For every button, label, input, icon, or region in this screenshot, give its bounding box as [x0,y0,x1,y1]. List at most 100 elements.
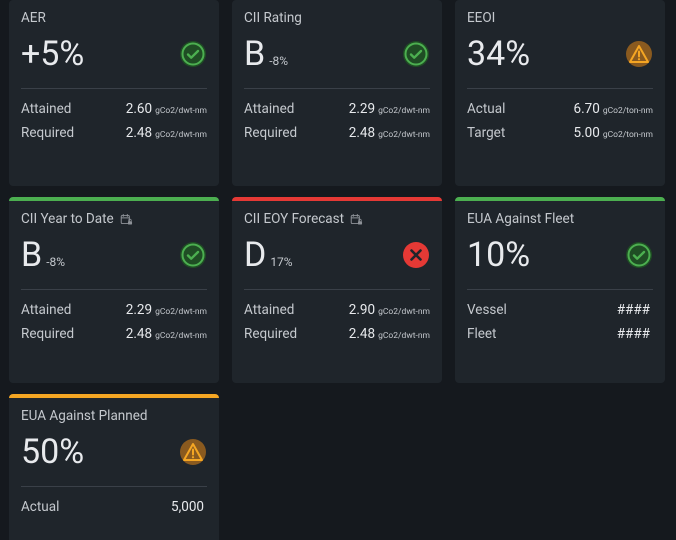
card-cii-rating[interactable]: CII Rating B -8% Attained 2.29 gCo2/dwt-… [232,0,442,186]
kv-label: Attained [21,101,71,117]
kv-value: 5,000 [171,499,207,515]
title-text: EEOI [467,10,495,26]
kv-row: Actual 5,000 [21,495,207,519]
calendar-lock-icon [120,213,133,226]
kv-value: 5.00 gCo2/ton-nm [573,125,653,141]
check-icon [402,40,430,68]
accent-bar [9,197,219,201]
kv-value: 2.29 gCo2/dwt-nm [349,101,430,117]
kv-label: Required [244,326,297,342]
main-number: B [21,238,42,272]
divider [21,88,207,89]
kv-value: 2.48 gCo2/dwt-nm [349,326,430,342]
main-row: 50% [21,428,207,476]
main-value: 34% [467,37,534,71]
kv-value: 2.48 gCo2/dwt-nm [126,326,207,342]
title-text: EUA Against Fleet [467,211,574,227]
card-title: EUA Against Planned [21,408,207,424]
main-number: 50% [21,435,84,469]
kv-row: Required 2.48 gCo2/dwt-nm [244,121,430,145]
kv-value: 2.48 gCo2/dwt-nm [126,125,207,141]
main-value: B -8% [244,37,288,71]
card-aer[interactable]: AER +5% Attained 2.60 gCo2/dwt-nm Requir… [9,0,219,186]
kv-value: 2.60 gCo2/dwt-nm [126,101,207,117]
main-row: +5% [21,30,207,78]
kv-label: Attained [244,302,294,318]
main-row: 10% [467,231,653,279]
kv-label: Required [244,125,297,141]
kv-label: Required [21,326,74,342]
main-number: 34% [467,37,530,71]
main-number: +5% [21,37,84,71]
divider [467,88,653,89]
card-eeoi[interactable]: EEOI 34% Actual 6.70 gCo2/ton-nm Target … [455,0,665,186]
kv-label: Attained [244,101,294,117]
card-title: AER [21,10,207,26]
warning-icon [625,40,653,68]
title-text: AER [21,10,46,26]
kv-row: Fleet #### [467,322,653,346]
kv-row: Actual 6.70 gCo2/ton-nm [467,97,653,121]
kv-value: #### [617,302,653,318]
kv-row: Attained 2.90 gCo2/dwt-nm [244,298,430,322]
card-title: CII Rating [244,10,430,26]
title-text: CII EOY Forecast [244,211,344,227]
warning-icon [179,438,207,466]
kv-label: Actual [21,499,59,515]
divider [21,486,207,487]
kv-label: Vessel [467,302,507,318]
card-cii-eoy[interactable]: CII EOY Forecast D 17% Attained 2.90 gCo… [232,197,442,383]
main-number: D [244,238,266,272]
card-title: CII EOY Forecast [244,211,430,227]
main-value: B -8% [21,238,65,272]
main-sub: -8% [46,255,65,269]
main-value: 10% [467,238,534,272]
title-text: CII Rating [244,10,302,26]
main-value: +5% [21,37,88,71]
kv-label: Target [467,125,505,141]
card-eua-fleet[interactable]: EUA Against Fleet 10% Vessel #### Fleet … [455,197,665,383]
check-icon [179,241,207,269]
card-cii-ytd[interactable]: CII Year to Date B -8% Attained 2.29 gCo… [9,197,219,383]
kv-row: Attained 2.29 gCo2/dwt-nm [244,97,430,121]
kv-row: Required 2.48 gCo2/dwt-nm [244,322,430,346]
main-row: B -8% [244,30,430,78]
kv-label: Fleet [467,326,496,342]
divider [244,289,430,290]
divider [467,289,653,290]
card-title: EUA Against Fleet [467,211,653,227]
card-title: CII Year to Date [21,211,207,227]
cross-icon [402,241,430,269]
main-sub: 17% [270,255,292,269]
check-icon [625,241,653,269]
accent-bar [9,394,219,398]
calendar-lock-icon [350,213,363,226]
title-text: CII Year to Date [21,211,114,227]
main-row: D 17% [244,231,430,279]
kv-row: Vessel #### [467,298,653,322]
main-sub: -8% [269,54,288,68]
kv-value: 2.48 gCo2/dwt-nm [349,125,430,141]
kv-value: 2.29 gCo2/dwt-nm [126,302,207,318]
kv-row: Required 2.48 gCo2/dwt-nm [21,121,207,145]
divider [244,88,430,89]
main-row: B -8% [21,231,207,279]
kv-row: Target 5.00 gCo2/ton-nm [467,121,653,145]
kv-label: Actual [467,101,505,117]
check-icon [179,40,207,68]
main-number: 10% [467,238,530,272]
kv-row: Attained 2.29 gCo2/dwt-nm [21,298,207,322]
accent-bar [232,197,442,201]
dashboard-grid: AER +5% Attained 2.60 gCo2/dwt-nm Requir… [0,0,676,540]
kv-value: 2.90 gCo2/dwt-nm [349,302,430,318]
divider [21,289,207,290]
title-text: EUA Against Planned [21,408,147,424]
kv-row: Required 2.48 gCo2/dwt-nm [21,322,207,346]
main-row: 34% [467,30,653,78]
kv-value: 6.70 gCo2/ton-nm [573,101,653,117]
main-value: D 17% [244,238,293,272]
main-value: 50% [21,435,88,469]
kv-label: Required [21,125,74,141]
kv-label: Attained [21,302,71,318]
card-eua-planned[interactable]: EUA Against Planned 50% Actual 5,000 [9,394,219,540]
